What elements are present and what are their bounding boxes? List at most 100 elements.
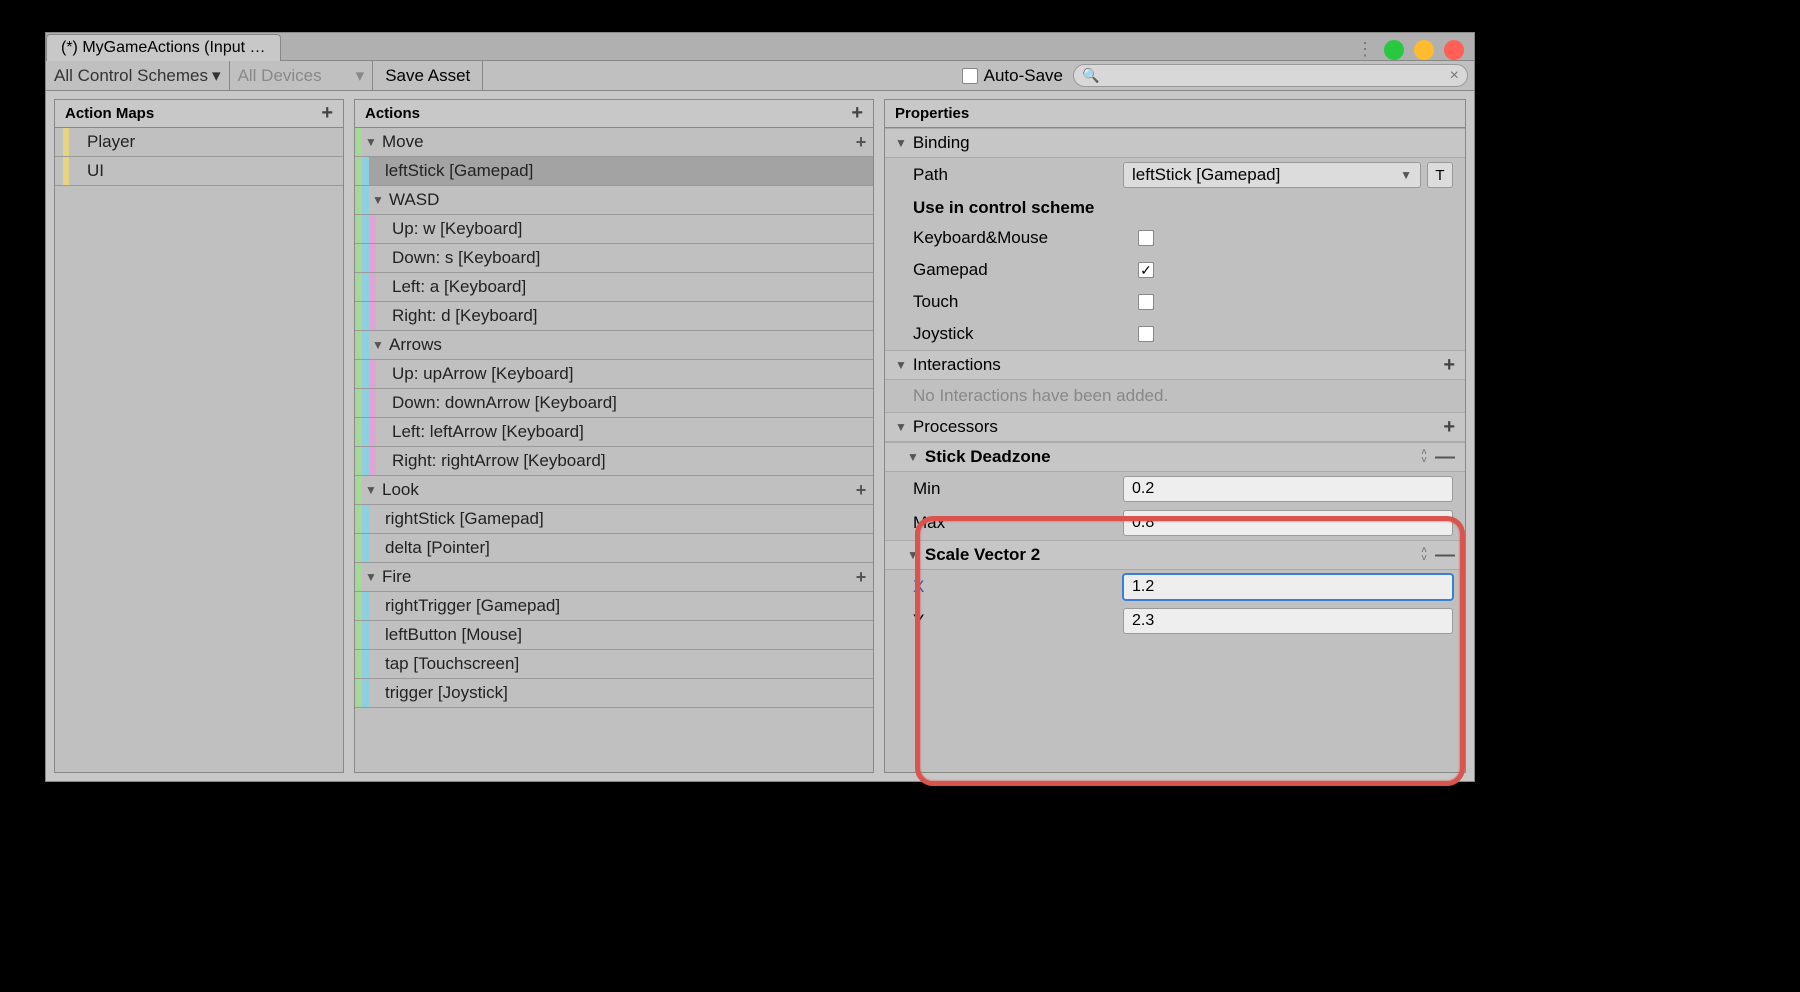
foldout-icon: ▼: [895, 358, 907, 372]
add-binding-button[interactable]: +: [849, 132, 873, 153]
color-stripe: [63, 128, 69, 156]
binding-item[interactable]: rightStick [Gamepad]: [355, 505, 873, 534]
scheme-row: Touch: [885, 286, 1465, 318]
action-map-item[interactable]: UI: [55, 157, 343, 186]
add-processor-button[interactable]: +: [1443, 416, 1455, 439]
binding-section-header[interactable]: ▼ Binding: [885, 128, 1465, 158]
binding-part[interactable]: Down: downArrow [Keyboard]: [355, 389, 873, 418]
max-input[interactable]: 0.8: [1123, 510, 1453, 536]
chevron-down-icon: ▾: [212, 66, 221, 86]
binding-part[interactable]: Left: a [Keyboard]: [355, 273, 873, 302]
y-input[interactable]: 2.3: [1123, 608, 1453, 634]
path-label: Path: [913, 165, 1123, 185]
binding-item[interactable]: trigger [Joystick]: [355, 679, 873, 708]
maximize-button[interactable]: [1414, 40, 1434, 60]
add-action-map-button[interactable]: +: [321, 102, 333, 125]
binding-part[interactable]: Down: s [Keyboard]: [355, 244, 873, 273]
color-stripe: [63, 157, 69, 185]
chevron-down-icon: ▼: [1400, 168, 1412, 182]
binding-part[interactable]: Left: leftArrow [Keyboard]: [355, 418, 873, 447]
foldout-icon: ▼: [907, 548, 919, 562]
action-item-move[interactable]: ▼ Move+: [355, 128, 873, 157]
panels: Action Maps + Player UI Actions +: [46, 91, 1474, 781]
add-binding-button[interactable]: +: [849, 480, 873, 501]
path-listen-button[interactable]: T: [1427, 162, 1453, 188]
scheme-row: Gamepad✓: [885, 254, 1465, 286]
actions-list: ▼ Move+ leftStick [Gamepad] ▼ WASD Up: w…: [355, 128, 873, 772]
add-action-button[interactable]: +: [851, 102, 863, 125]
processor-stick-deadzone-header[interactable]: ▼ Stick Deadzone ˄˅ —: [885, 442, 1465, 472]
action-maps-header: Action Maps +: [55, 100, 343, 128]
action-item-fire[interactable]: ▼ Fire+: [355, 563, 873, 592]
action-maps-list: Player UI: [55, 128, 343, 772]
devices-dropdown[interactable]: All Devices▾: [230, 61, 374, 90]
tab-bar: (*) MyGameActions (Input … ⋮: [46, 33, 1474, 61]
scheme-checkbox[interactable]: ✓: [1138, 262, 1154, 278]
reorder-buttons[interactable]: ˄˅: [1421, 449, 1427, 465]
minimize-button[interactable]: [1384, 40, 1404, 60]
tab-input-actions[interactable]: (*) MyGameActions (Input …: [46, 34, 281, 61]
foldout-icon: ▼: [895, 136, 907, 150]
window-controls: ⋮: [1356, 39, 1474, 60]
binding-part[interactable]: Right: d [Keyboard]: [355, 302, 873, 331]
search-input[interactable]: 🔍 ×: [1073, 64, 1468, 87]
action-item-look[interactable]: ▼ Look+: [355, 476, 873, 505]
remove-processor-button[interactable]: —: [1435, 544, 1455, 567]
interactions-section-header[interactable]: ▼ Interactions +: [885, 350, 1465, 380]
foldout-icon[interactable]: ▼: [369, 193, 387, 207]
checkbox-unchecked-icon[interactable]: [962, 68, 978, 84]
properties-panel: Properties ▼ Binding Path leftStick [Gam…: [884, 99, 1466, 773]
binding-part[interactable]: Up: w [Keyboard]: [355, 215, 873, 244]
binding-item[interactable]: leftButton [Mouse]: [355, 621, 873, 650]
close-button[interactable]: [1444, 40, 1464, 60]
actions-panel: Actions + ▼ Move+ leftStick [Gamepad] ▼ …: [354, 99, 874, 773]
add-binding-button[interactable]: +: [849, 567, 873, 588]
binding-part[interactable]: Right: rightArrow [Keyboard]: [355, 447, 873, 476]
kebab-menu-icon[interactable]: ⋮: [1356, 39, 1374, 60]
scheme-checkbox[interactable]: [1138, 230, 1154, 246]
auto-save-toggle[interactable]: Auto-Save: [952, 61, 1073, 90]
foldout-icon: ▼: [907, 450, 919, 464]
path-dropdown[interactable]: leftStick [Gamepad]▼: [1123, 162, 1421, 188]
check-icon: ✓: [1140, 262, 1152, 279]
properties-header: Properties: [885, 100, 1465, 128]
remove-processor-button[interactable]: —: [1435, 446, 1455, 469]
use-in-scheme-label: Use in control scheme: [885, 192, 1465, 222]
foldout-icon[interactable]: ▼: [369, 338, 387, 352]
binding-item[interactable]: delta [Pointer]: [355, 534, 873, 563]
binding-composite-wasd[interactable]: ▼ WASD: [355, 186, 873, 215]
scheme-row: Joystick: [885, 318, 1465, 350]
processor-field: Min 0.2: [885, 472, 1465, 506]
processor-field: Y 2.3: [885, 604, 1465, 638]
foldout-icon[interactable]: ▼: [362, 570, 380, 584]
save-asset-button[interactable]: Save Asset: [373, 61, 483, 90]
action-maps-panel: Action Maps + Player UI: [54, 99, 344, 773]
scheme-row: Keyboard&Mouse: [885, 222, 1465, 254]
x-input[interactable]: 1.2: [1123, 574, 1453, 600]
action-map-item[interactable]: Player: [55, 128, 343, 157]
control-schemes-dropdown[interactable]: All Control Schemes▾: [46, 61, 230, 90]
foldout-icon[interactable]: ▼: [362, 483, 380, 497]
binding-leftstick[interactable]: leftStick [Gamepad]: [355, 157, 873, 186]
processor-scale-vector2-header[interactable]: ▼ Scale Vector 2 ˄˅ —: [885, 540, 1465, 570]
reorder-buttons[interactable]: ˄˅: [1421, 547, 1427, 563]
binding-item[interactable]: rightTrigger [Gamepad]: [355, 592, 873, 621]
foldout-icon[interactable]: ▼: [362, 135, 380, 149]
scheme-checkbox[interactable]: [1138, 326, 1154, 342]
binding-item[interactable]: tap [Touchscreen]: [355, 650, 873, 679]
interactions-empty-text: No Interactions have been added.: [885, 380, 1465, 412]
actions-header: Actions +: [355, 100, 873, 128]
binding-composite-arrows[interactable]: ▼ Arrows: [355, 331, 873, 360]
processor-field: Max 0.8: [885, 506, 1465, 540]
chevron-down-icon: ▾: [356, 66, 365, 86]
processors-section-header[interactable]: ▼ Processors +: [885, 412, 1465, 442]
properties-body: ▼ Binding Path leftStick [Gamepad]▼ T Us…: [885, 128, 1465, 772]
scheme-checkbox[interactable]: [1138, 294, 1154, 310]
binding-part[interactable]: Up: upArrow [Keyboard]: [355, 360, 873, 389]
clear-search-icon[interactable]: ×: [1450, 67, 1459, 85]
min-input[interactable]: 0.2: [1123, 476, 1453, 502]
add-interaction-button[interactable]: +: [1443, 354, 1455, 377]
path-row: Path leftStick [Gamepad]▼ T: [885, 158, 1465, 192]
search-icon: 🔍: [1082, 67, 1099, 84]
processor-field: X 1.2: [885, 570, 1465, 604]
